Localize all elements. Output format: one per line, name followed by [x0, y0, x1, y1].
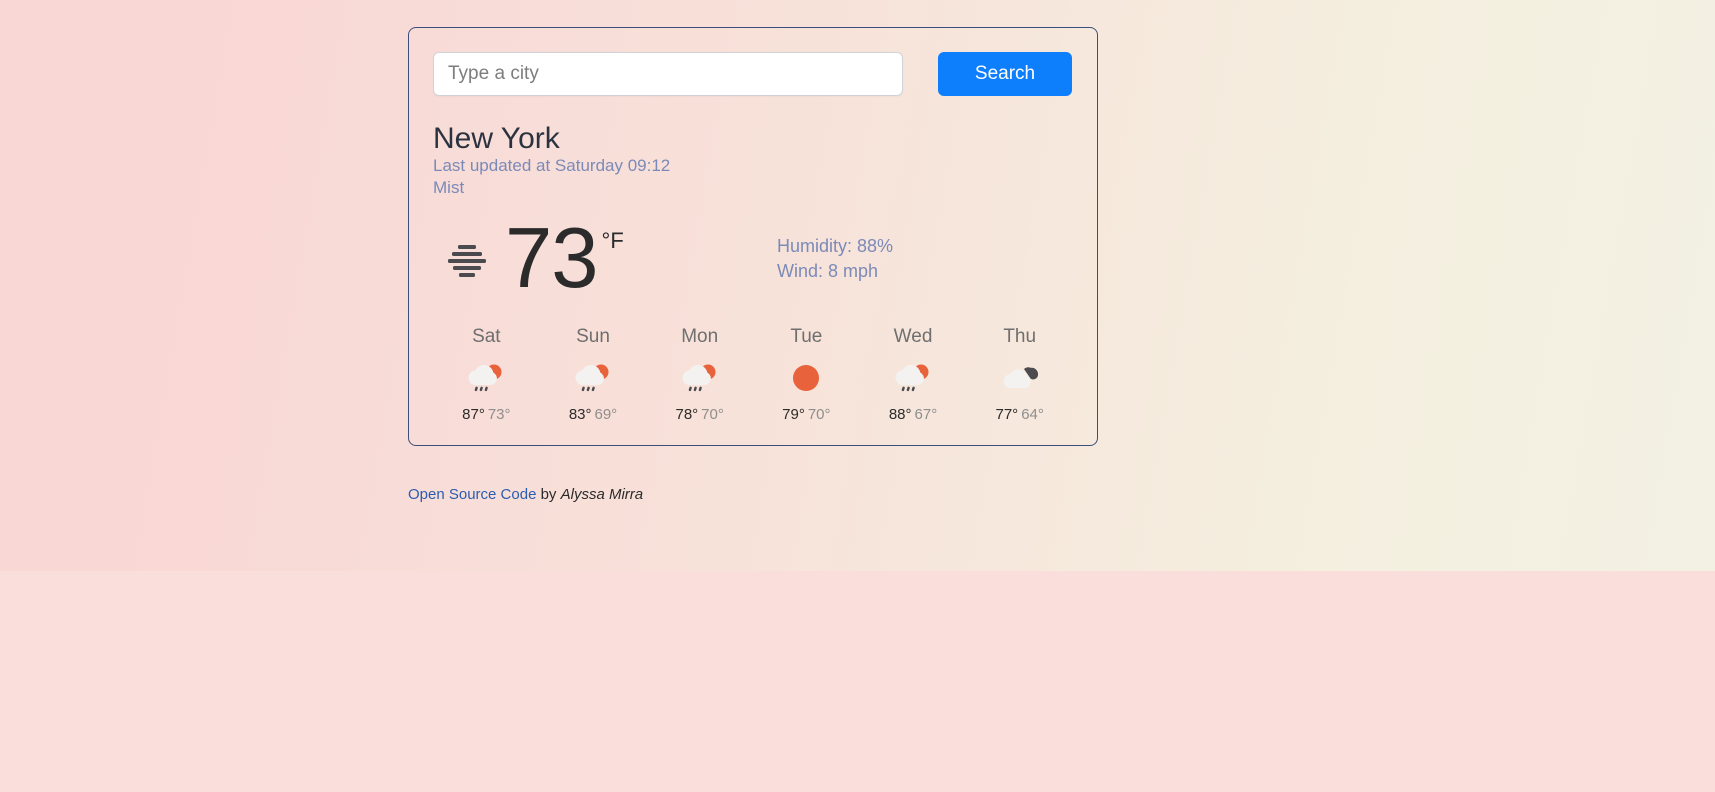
forecast-day-name: Sun	[576, 325, 610, 347]
forecast-low: 67°	[914, 405, 938, 423]
forecast-temps: 79° 70°	[753, 406, 860, 423]
forecast-temps: 88° 67°	[860, 406, 967, 423]
forecast-low: 73°	[487, 405, 511, 423]
footer-author: Alyssa Mirra	[560, 485, 644, 503]
forecast-low: 70°	[807, 405, 831, 423]
forecast-high: 77°	[995, 405, 1019, 423]
footer-by-text: by	[536, 485, 561, 503]
humidity-value: Humidity: 88%	[777, 235, 894, 256]
weather-card: Search New York Last updated at Saturday…	[408, 27, 1098, 446]
sun-behind-rain-cloud-icon	[433, 358, 540, 398]
current-conditions: 73 °F Humidity: 88% Wind: 8 mph	[433, 210, 1073, 306]
city-name: New York	[433, 122, 560, 155]
footer: Open Source Code by Alyssa Mirra	[408, 486, 1098, 503]
weather-app: Search New York Last updated at Saturday…	[408, 0, 1098, 503]
sun-behind-rain-cloud-icon	[646, 358, 753, 398]
search-form: Search	[433, 52, 1073, 96]
forecast-row: Sat 87° 73° Sun 83° 69° Mon 78° 70° Tue …	[433, 326, 1073, 423]
forecast-day: Sun 83° 69°	[540, 326, 647, 423]
forecast-high: 79°	[782, 405, 805, 423]
forecast-day: Mon 78° 70°	[646, 326, 753, 423]
forecast-low: 64°	[1021, 405, 1044, 423]
current-details: Humidity: 88% Wind: 8 mph	[777, 222, 893, 285]
forecast-day: Wed 88° 67°	[860, 326, 967, 423]
forecast-high: 88°	[888, 405, 912, 423]
forecast-high: 78°	[675, 405, 699, 423]
forecast-low: 69°	[594, 405, 618, 423]
forecast-day-name: Wed	[893, 325, 933, 347]
mist-icon	[441, 235, 493, 281]
forecast-day: Tue 79° 70°	[753, 326, 860, 423]
forecast-day-name: Thu	[1003, 325, 1037, 347]
last-updated: Last updated at Saturday 09:12	[433, 156, 671, 175]
weather-description: Mist	[433, 178, 465, 198]
current-temperature-group: 73 °F	[433, 210, 769, 306]
forecast-low: 70°	[701, 405, 724, 423]
sun-behind-rain-cloud-icon	[540, 358, 647, 398]
forecast-temps: 87° 73°	[433, 406, 540, 423]
forecast-temps: 83° 69°	[540, 406, 647, 423]
forecast-high: 83°	[568, 405, 592, 423]
wind-value: Wind: 8 mph	[777, 261, 879, 282]
search-input[interactable]	[433, 52, 903, 96]
forecast-day: Thu 77° 64°	[966, 326, 1073, 423]
forecast-temps: 78° 70°	[646, 406, 753, 423]
forecast-day-name: Mon	[681, 325, 719, 347]
forecast-high: 87°	[462, 405, 485, 423]
open-source-code-link[interactable]: Open Source Code	[408, 486, 536, 503]
sun-icon	[753, 358, 860, 398]
forecast-day-name: Sat	[472, 325, 501, 347]
forecast-day-name: Tue	[790, 325, 823, 347]
temperature-unit: °F	[601, 227, 624, 253]
temperature-display: 73 °F	[505, 210, 624, 306]
temperature-value: 73	[505, 210, 599, 306]
search-button[interactable]: Search	[938, 52, 1072, 96]
broken-clouds-icon	[966, 358, 1073, 398]
forecast-day: Sat 87° 73°	[433, 326, 540, 423]
sun-behind-rain-cloud-icon	[860, 358, 967, 398]
forecast-temps: 77° 64°	[966, 406, 1073, 423]
